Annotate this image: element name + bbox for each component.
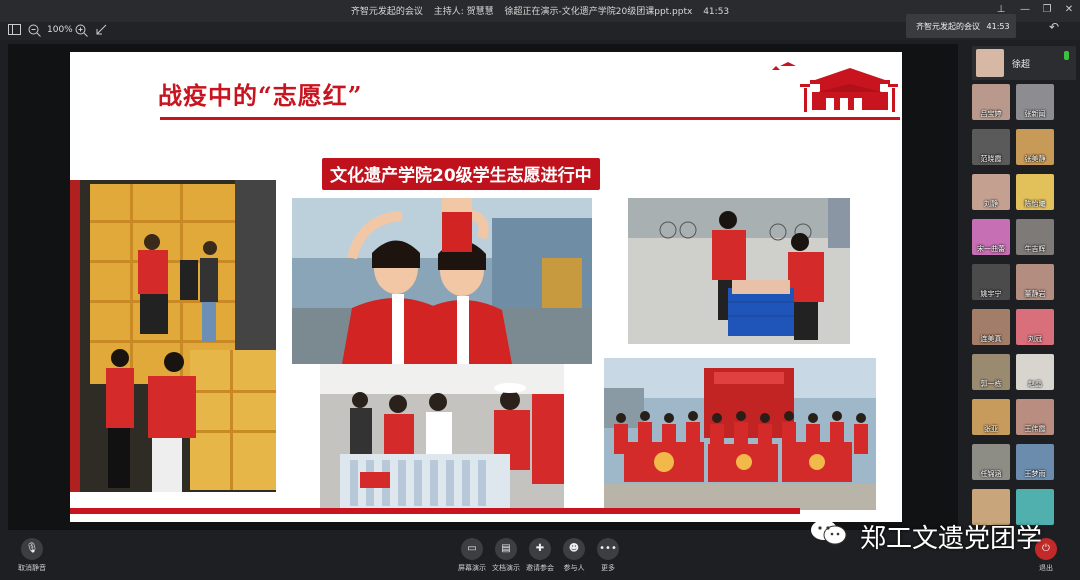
participant-name: 范晓霞: [980, 155, 1002, 163]
invite-button[interactable]: ✚ 邀请参会: [522, 538, 558, 573]
meeting-name: 齐智元发起的会议: [350, 7, 423, 17]
volunteer-photo-group: [604, 358, 876, 510]
slide-title: 战疫中的“志愿红”: [158, 81, 363, 110]
more-button[interactable]: ••• 更多: [590, 538, 626, 573]
participant-name: 王伟霞: [1024, 425, 1046, 433]
host-label: 主持人: 贺慧慧: [433, 7, 494, 17]
participant-tile[interactable]: 宋一曲蕾: [972, 219, 1010, 255]
participant-tile[interactable]: 张新闻: [1016, 84, 1054, 120]
participant-tile[interactable]: 张美静: [1016, 129, 1054, 165]
participant-tile[interactable]: 赵晶: [1016, 354, 1054, 390]
participant-name: 刘冠: [1028, 335, 1042, 343]
presenting-label: 徐超正在演示-文化遗产学院20级团课ppt.pptx: [504, 7, 693, 17]
collapse-arrow-icon[interactable]: [95, 24, 107, 41]
participant-tile[interactable]: 王梦雨: [1016, 444, 1054, 480]
tiananmen-decoration-icon: [772, 62, 898, 112]
zoom-in-icon[interactable]: [75, 24, 88, 42]
participant-tile[interactable]: 吕宝婷: [972, 84, 1010, 120]
participant-name: 张新闻: [1024, 110, 1046, 118]
unmute-button[interactable]: 🎙 取消静音: [14, 538, 50, 573]
zoom-level: 100%: [47, 25, 73, 35]
monitor-icon: ▭: [461, 538, 483, 560]
popup-timer: 41:53: [986, 22, 1010, 31]
screen-share-button[interactable]: ▭ 屏幕演示: [454, 538, 490, 573]
meeting-info-popup: 齐智元发起的会议 41:53: [906, 14, 1016, 38]
volunteer-photo-heart: [292, 198, 592, 364]
participant-tile[interactable]: 郭一栋: [972, 354, 1010, 390]
zoom-out-icon[interactable]: [28, 24, 41, 42]
participant-name: 张美静: [1024, 155, 1046, 163]
more-dots-icon: •••: [597, 538, 619, 560]
participant-name: 王梦雨: [1024, 470, 1046, 478]
participant-tile[interactable]: 连美真: [972, 309, 1010, 345]
document-share-button[interactable]: ▤ 文档演示: [488, 538, 524, 573]
mic-active-icon: [1064, 51, 1069, 60]
participants-button[interactable]: ☻ 参与人: [556, 538, 592, 573]
participant-name: 吕宝婷: [980, 110, 1002, 118]
participant-tile[interactable]: 任锦涵: [972, 444, 1010, 480]
volunteer-photo-loading: [70, 180, 276, 492]
participant-tile[interactable]: 刘静: [972, 174, 1010, 210]
participant-tile[interactable]: 张亚: [972, 399, 1010, 435]
participant-name: 宋一曲蕾: [977, 245, 1005, 253]
participant-name: 陈怡曦: [1024, 200, 1046, 208]
restore-icon[interactable]: ❐: [1040, 3, 1054, 17]
participant-name: 赵晶: [1028, 380, 1042, 388]
participant-tile[interactable]: 陈怡曦: [1016, 174, 1054, 210]
microphone-muted-icon: 🎙: [21, 538, 43, 560]
watermark-text: 郑工文遗党团学: [860, 524, 1043, 554]
participant-name: 郭一栋: [980, 380, 1002, 388]
participant-name: 董静岩: [1024, 290, 1046, 298]
add-user-icon: ✚: [529, 538, 551, 560]
self-name: 徐超: [1012, 60, 1031, 70]
close-icon[interactable]: ✕: [1062, 3, 1076, 17]
wechat-icon: [811, 520, 847, 545]
popup-meeting-name: 齐智元发起的会议: [916, 22, 980, 31]
participant-name: 刘静: [984, 200, 998, 208]
participant-tile[interactable]: 刘冠: [1016, 309, 1054, 345]
sidebar-layout-icon[interactable]: [8, 24, 21, 40]
participant-name: 连美真: [980, 335, 1002, 343]
participant-tile[interactable]: 董静岩: [1016, 264, 1054, 300]
participant-tile[interactable]: 姚宇宁: [972, 264, 1010, 300]
folder-icon: ▤: [495, 538, 517, 560]
participant-name: 张亚: [984, 425, 998, 433]
slide-footer-bar: [70, 508, 800, 514]
participant-tile[interactable]: 王伟霞: [1016, 399, 1054, 435]
users-icon: ☻: [563, 538, 585, 560]
minimize-icon[interactable]: —: [1018, 3, 1032, 17]
participant-panel: 徐超 吕宝婷 张新闻范晓霞 张美静刘静 陈怡曦宋一曲蕾 牛吉辉姚宇宁 董静岩连美真 刘冠郭一…: [962, 44, 1080, 530]
presentation-viewport: 战疫中的“志愿红” 文化遗产学院20级学生志愿进行中: [8, 44, 958, 530]
participant-name: 牛吉辉: [1024, 245, 1046, 253]
slide-banner: 文化遗产学院20级学生志愿进行中: [322, 158, 600, 190]
participant-tile[interactable]: 范晓霞: [972, 129, 1010, 165]
slide: 战疫中的“志愿红” 文化遗产学院20级学生志愿进行中: [70, 52, 902, 522]
meeting-timer: 41:53: [703, 7, 730, 17]
participant-tile[interactable]: 牛吉辉: [1016, 219, 1054, 255]
return-icon[interactable]: ↶: [1046, 20, 1062, 36]
self-video-tile[interactable]: 徐超: [972, 46, 1076, 80]
participant-name: 姚宇宁: [980, 290, 1002, 298]
avatar: [976, 49, 1004, 77]
participant-name: 任锦涵: [980, 470, 1002, 478]
volunteer-photo-water: [320, 364, 564, 510]
volunteer-photo-basket: [628, 198, 850, 344]
